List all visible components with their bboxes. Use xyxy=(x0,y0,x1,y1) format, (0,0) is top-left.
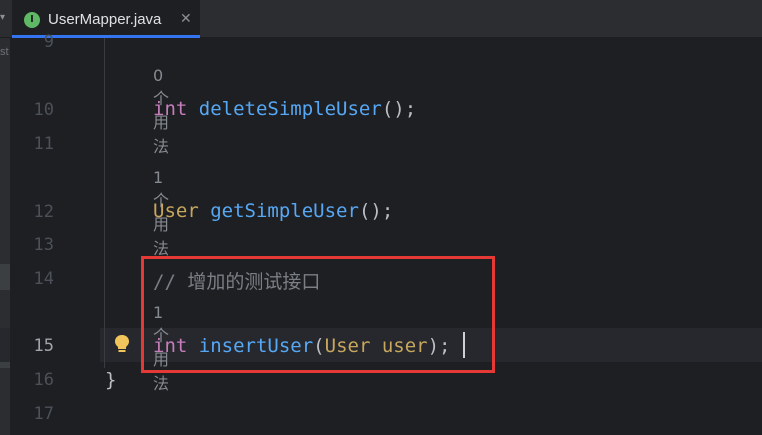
line-number: 13 xyxy=(33,235,54,255)
line-number: 10 xyxy=(33,100,54,120)
closing-brace: } xyxy=(105,369,117,391)
method-name: getSimpleUser xyxy=(210,200,359,222)
code-line-12: User getSimpleUser(); xyxy=(153,200,393,222)
side-marker xyxy=(0,264,10,290)
type-name: User xyxy=(153,200,199,222)
java-interface-icon: I xyxy=(24,12,40,28)
keyword-int: int xyxy=(153,98,188,120)
close-icon[interactable]: ✕ xyxy=(180,11,192,27)
code-line-16: } xyxy=(105,369,116,391)
tab-label: UserMapper.java xyxy=(48,11,162,28)
indent-guide xyxy=(104,38,105,368)
line-number: 11 xyxy=(33,134,54,154)
punctuation: (); xyxy=(358,200,394,222)
annotation-highlight-box xyxy=(141,256,495,373)
method-name: deleteSimpleUser xyxy=(198,98,382,120)
line-number: 14 xyxy=(33,269,54,289)
side-label: st xyxy=(0,46,9,58)
line-number: 12 xyxy=(33,202,54,222)
line-number: 17 xyxy=(33,404,54,424)
line-number: 16 xyxy=(33,370,54,390)
punctuation: (); xyxy=(381,98,417,120)
editor-tab-bar: ▾ I UserMapper.java ✕ xyxy=(0,0,762,38)
tab-dropdown-icon[interactable]: ▾ xyxy=(0,10,10,26)
line-number-gutter: 9 10 11 12 13 14 15 16 17 xyxy=(10,32,100,435)
code-line-10: int deleteSimpleUser(); xyxy=(153,98,416,120)
lightbulb-icon[interactable] xyxy=(113,334,131,354)
line-number-current: 15 xyxy=(33,336,54,356)
line-number: 9 xyxy=(43,32,54,52)
left-tool-strip: st xyxy=(0,38,10,435)
